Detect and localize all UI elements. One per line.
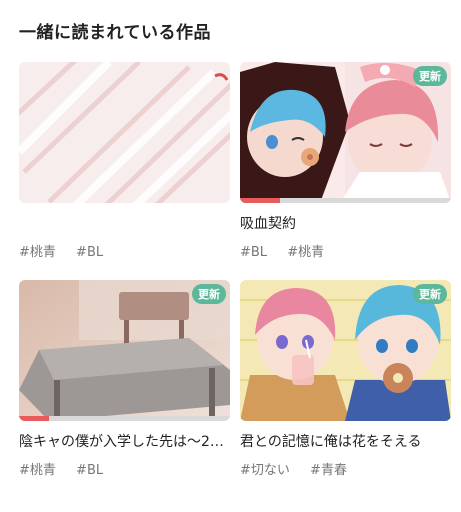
- work-tags: #切ない #青春: [240, 459, 451, 478]
- work-card-2[interactable]: 更新 吸血契約 #BL #桃青: [240, 62, 451, 260]
- work-tags: #桃青 #BL: [19, 241, 230, 260]
- tag-link[interactable]: #切ない: [240, 463, 290, 478]
- tag-link[interactable]: #BL: [76, 245, 103, 260]
- tag-link[interactable]: #桃青: [287, 245, 324, 260]
- work-card-4[interactable]: 更新 君との記憶に俺は花をそえる #切ない #青春: [240, 280, 451, 478]
- work-thumbnail[interactable]: [19, 62, 230, 203]
- update-badge: 更新: [192, 284, 226, 304]
- tag-link[interactable]: #BL: [76, 463, 103, 478]
- update-badge: 更新: [413, 284, 447, 304]
- work-title[interactable]: [19, 213, 230, 233]
- reading-progress: [19, 416, 230, 421]
- reading-progress: [240, 198, 451, 203]
- work-tags: #桃青 #BL: [19, 459, 230, 478]
- tag-link[interactable]: #青春: [310, 463, 347, 478]
- update-badge: 更新: [413, 66, 447, 86]
- work-card-3[interactable]: 更新 陰キャの僕が入学した先は〜2… #桃青 #BL: [19, 280, 230, 478]
- work-thumbnail[interactable]: 更新: [19, 280, 230, 421]
- work-thumbnail[interactable]: 更新: [240, 62, 451, 203]
- reading-progress-fill: [240, 198, 281, 203]
- blurred-cover-image: [19, 62, 230, 203]
- work-tags: #BL #桃青: [240, 241, 451, 260]
- work-title[interactable]: 君との記憶に俺は花をそえる: [240, 431, 451, 451]
- section-title: 一緒に読まれている作品: [19, 23, 211, 43]
- work-thumbnail[interactable]: 更新: [240, 280, 451, 421]
- work-title[interactable]: 陰キャの僕が入学した先は〜2…: [19, 431, 230, 451]
- tag-link[interactable]: #BL: [240, 245, 267, 260]
- work-title[interactable]: 吸血契約: [240, 213, 451, 233]
- work-card-1[interactable]: #桃青 #BL: [19, 62, 230, 260]
- tag-link[interactable]: #桃青: [19, 245, 56, 260]
- reading-progress-fill: [19, 416, 49, 421]
- tag-link[interactable]: #桃青: [19, 463, 56, 478]
